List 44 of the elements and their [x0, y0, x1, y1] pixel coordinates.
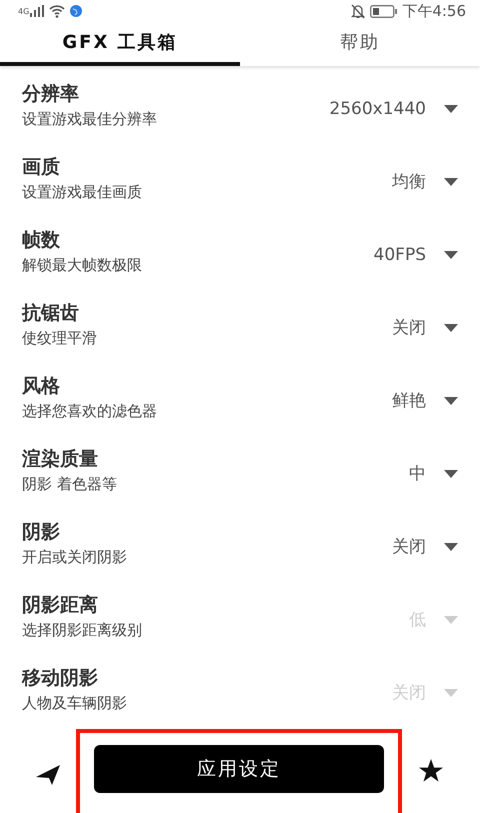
setting-title: 抗锯齿 — [22, 300, 80, 326]
setting-description: 选择阴影距离级别 — [22, 620, 143, 640]
dropdown-value[interactable]: 均衡 — [392, 170, 426, 193]
globe-icon — [70, 5, 82, 17]
setting-title: 阴影 — [22, 520, 61, 544]
setting-title: 移动阴影 — [22, 666, 99, 690]
setting-description: 使纹理平滑 — [22, 328, 98, 348]
caret-icon[interactable] — [444, 396, 458, 404]
caret-icon[interactable] — [444, 542, 458, 550]
tab[interactable]: 帮助 — [240, 22, 480, 66]
dropdown-value[interactable]: 中 — [409, 462, 426, 485]
caret-icon[interactable] — [444, 178, 458, 186]
star-icon[interactable] — [418, 759, 444, 783]
dropdown-value[interactable]: 40FPS — [374, 244, 426, 264]
setting-title: 帧数 — [22, 228, 61, 252]
dropdown-value[interactable]: 2560x1440 — [329, 98, 426, 118]
bell-off-icon — [351, 4, 366, 18]
send-icon[interactable] — [36, 765, 60, 785]
setting-description: 设置游戏最佳分辨率 — [22, 110, 158, 128]
dropdown-value[interactable]: 关闭 — [392, 535, 426, 558]
setting-title: 分辨率 — [22, 82, 80, 106]
setting-description: 人物及车辆阴影 — [22, 694, 128, 712]
wifi-icon — [49, 4, 66, 18]
clock-time: 下午4:56 — [402, 2, 466, 20]
setting-description: 解锁最大帧数极限 — [22, 256, 143, 274]
caret-icon[interactable] — [444, 104, 458, 112]
network-type: 4G — [18, 7, 30, 16]
battery-icon — [370, 4, 398, 18]
signal-icon — [30, 5, 44, 17]
setting-description: 设置游戏最佳画质 — [22, 182, 143, 202]
setting-description: 阴影 着色器等 — [22, 474, 118, 494]
caret-icon[interactable] — [444, 324, 458, 332]
tab[interactable]: GFX 工具箱 — [0, 22, 240, 66]
setting-description: 选择您喜欢的滤色器 — [22, 402, 158, 420]
dropdown-value[interactable]: 关闭 — [392, 316, 426, 339]
setting-title: 画质 — [22, 154, 61, 180]
apply-button[interactable]: 应用设定 — [94, 745, 384, 793]
caret-icon[interactable] — [444, 470, 458, 478]
setting-title: 风格 — [22, 374, 61, 398]
setting-title: 阴影距离 — [22, 592, 99, 618]
setting-description: 开启或关闭阴影 — [22, 548, 128, 566]
caret-icon[interactable] — [444, 250, 458, 258]
setting-title: 渲染质量 — [22, 446, 99, 472]
dropdown-value[interactable]: 鲜艳 — [392, 389, 426, 412]
